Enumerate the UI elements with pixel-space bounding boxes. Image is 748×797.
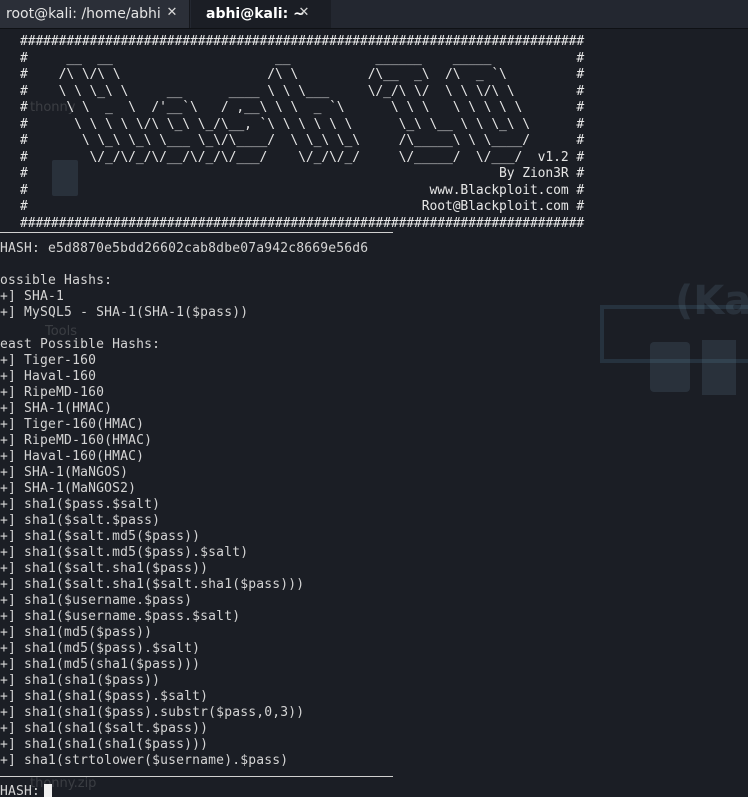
least-item: [+] SHA-1(MaNGOS) (0, 465, 129, 480)
tab-abhi-home[interactable]: abhi@kali: ~ ✕ (191, 0, 331, 28)
banner-line: ########################################… (20, 34, 585, 49)
hash-prompt-line[interactable]: HASH: (0, 784, 53, 797)
least-header: Least Possible Hashs: (0, 337, 161, 352)
least-item: [+] sha1(sha1($pass)) (0, 673, 161, 688)
least-item: [+] sha1(strtolower($username).$pass) (0, 753, 289, 768)
banner-line: # \ \ \_\ \ __ ____ \ \ \___ \/_/\ \/ \ … (20, 83, 585, 99)
hash-input-line: HASH: e5d8870e5bdd26602cab8dbe07a942c866… (0, 241, 369, 256)
least-item: [+] sha1($pass.$salt) (0, 497, 161, 512)
least-item: [+] sha1($username.$pass) (0, 593, 193, 608)
least-item: [+] sha1(md5($pass)) (0, 625, 153, 640)
banner-line: # /\ \/\ \ /\ \ /\__ _\ /\ _ `\ # (20, 67, 585, 82)
least-item: [+] Tiger-160 (0, 353, 97, 368)
terminal-window: root@kali: /home/abhi ✕ abhi@kali: ~ ✕ t… (0, 0, 748, 797)
tab-label: abhi@kali: ~ (206, 6, 305, 22)
separator-line (0, 232, 393, 233)
least-item: [+] sha1(md5(sha1($pass))) (0, 657, 201, 672)
least-item: [+] sha1(md5($pass).$salt) (0, 641, 201, 656)
least-item: [+] Haval-160 (0, 369, 97, 384)
least-item: [+] sha1($salt.sha1($salt.sha1($pass))) (0, 577, 305, 592)
tab-bar: root@kali: /home/abhi ✕ abhi@kali: ~ ✕ (0, 0, 748, 29)
least-item: [+] sha1(sha1($pass).$salt) (0, 689, 209, 704)
separator-line (0, 776, 393, 777)
banner-line: # \/_/\/_/\/__/\/_/\/___/ \/_/\/_/ \/___… (20, 149, 585, 165)
possible-item: [+] MySQL5 - SHA-1(SHA-1($pass)) (0, 305, 249, 320)
least-item: [+] sha1($username.$pass.$salt) (0, 609, 241, 624)
least-item: [+] sha1(sha1($pass).substr($pass,0,3)) (0, 705, 305, 720)
least-item: [+] Tiger-160(HMAC) (0, 417, 145, 432)
prompt-label: HASH: (0, 784, 41, 797)
least-item: [+] Haval-160(HMAC) (0, 449, 145, 464)
banner-line: # __ __ __ ______ _____ # (20, 50, 585, 66)
least-item: [+] RipeMD-160 (0, 385, 105, 400)
possible-header: Possible Hashs: (0, 273, 113, 288)
least-item: [+] RipeMD-160(HMAC) (0, 433, 153, 448)
close-icon[interactable]: ✕ (165, 6, 179, 20)
tab-label: root@kali: /home/abhi (6, 6, 161, 22)
ascii-banner: ########################################… (20, 34, 584, 232)
banner-line: # By Zion3R # (20, 166, 585, 181)
banner-line: # \ \ \ \ \/\ \_\ \_/\__, `\ \ \ \ \ \ \… (20, 116, 585, 132)
banner-line: ########################################… (20, 215, 585, 231)
possible-item: [+] SHA-1 (0, 289, 65, 304)
banner-line: # \ \_\ \_\ \___ \_\/\____/ \ \_\ \_\ /\… (20, 133, 585, 148)
tab-root-home-abhi[interactable]: root@kali: /home/abhi ✕ (0, 0, 190, 28)
least-item: [+] SHA-1(HMAC) (0, 401, 113, 416)
text-cursor (44, 784, 53, 797)
least-item: [+] sha1($salt.md5($pass)) (0, 529, 201, 544)
terminal-output[interactable]: ########################################… (0, 28, 748, 797)
least-item: [+] sha1($salt.$pass) (0, 513, 161, 528)
close-icon[interactable]: ✕ (297, 6, 311, 20)
banner-line: # www.Blackploit.com # (20, 182, 585, 198)
least-item: [+] sha1($salt.md5($pass).$salt) (0, 545, 249, 560)
least-item: [+] sha1(sha1($salt.$pass)) (0, 721, 209, 736)
banner-line: # \ \ _ \ /'__`\ / ,__\ \ \ _ `\ \ \ \ \… (20, 100, 585, 115)
least-item: [+] SHA-1(MaNGOS2) (0, 481, 137, 496)
least-item: [+] sha1($salt.sha1($pass)) (0, 561, 209, 576)
banner-line: # Root@Blackploit.com # (20, 199, 585, 214)
least-item: [+] sha1(sha1(sha1($pass))) (0, 737, 209, 752)
